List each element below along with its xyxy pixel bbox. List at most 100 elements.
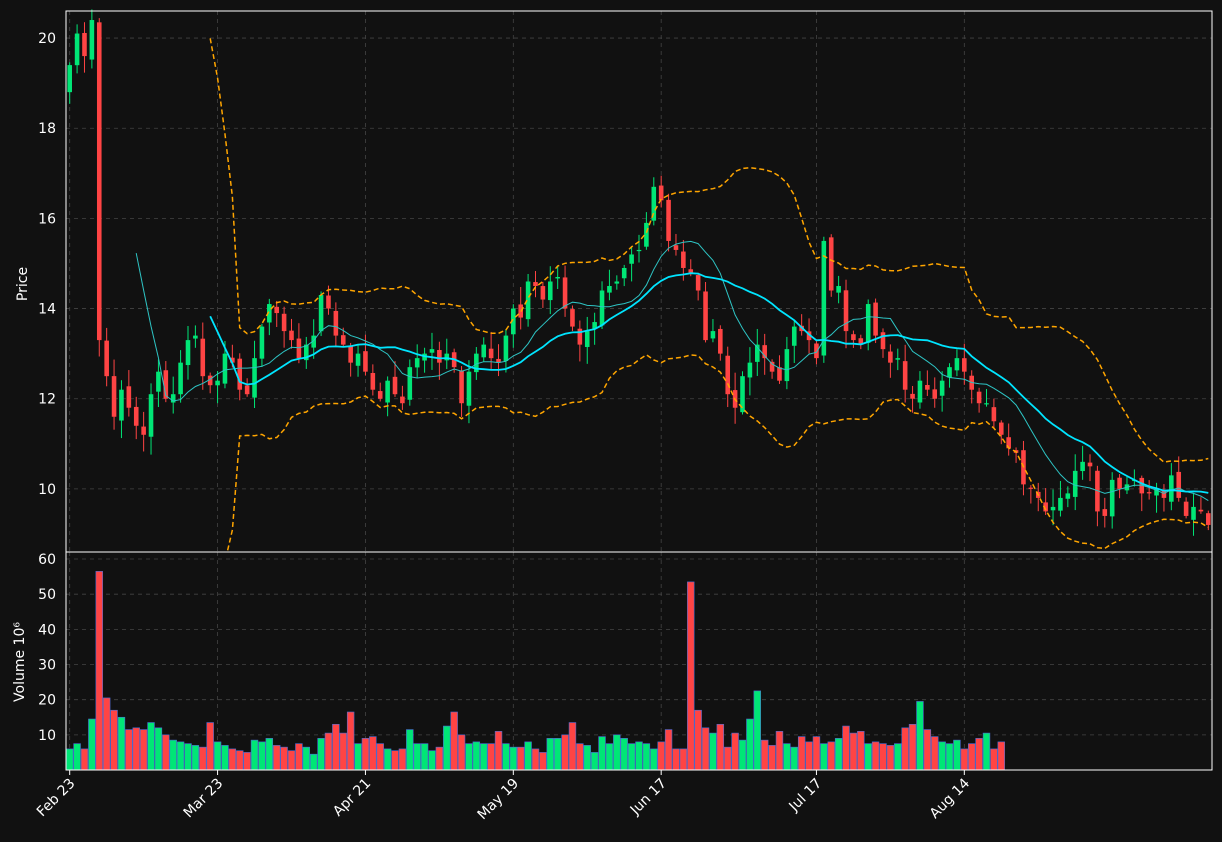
volume-bar [886,745,895,771]
candle-body [200,338,206,377]
candle-body [555,276,560,279]
volume-bar [199,746,207,771]
volume-bar [95,571,103,771]
volume-axis-label: Volume 10⁶ [12,622,28,702]
candle-body [385,380,390,403]
candle-body [666,199,671,241]
candle-body [991,407,997,422]
candle-body [111,376,117,417]
candle-body [503,335,509,362]
candle-body [784,349,790,382]
volume-bar [524,741,532,771]
candle-body [614,281,620,284]
candle-body [888,351,893,363]
volume-bar [561,734,569,771]
volume-bar [376,743,384,771]
volume-bar [309,753,318,771]
volume-bar [687,581,695,771]
candle-body [1109,479,1115,517]
volume-bar [968,743,976,771]
candle-body [141,426,146,435]
candle-body [437,350,442,363]
candle-body [947,367,952,378]
volume-bar [73,743,81,771]
candle-body [148,394,154,437]
volume-bar [746,718,754,771]
candle-body [185,340,191,366]
volume-bar [125,729,133,771]
candle-body [414,358,420,368]
volume-bar [553,738,562,771]
candle-body [629,254,634,264]
volume-bar [797,736,806,771]
candle-body [1072,470,1078,497]
volume-bar [901,727,909,771]
volume-bar [176,741,185,771]
candle-body [1087,462,1093,467]
volume-bar [871,741,880,771]
volume-bar [88,718,96,771]
candle-body [274,306,280,314]
candle-body [1191,506,1196,520]
candle-body [1050,506,1056,511]
volume-tick-label: 50 [38,587,56,603]
candle-body [178,362,183,395]
candle-body [488,348,494,359]
candle-body [466,371,472,406]
candle-body [244,385,250,395]
volume-bar [110,709,118,771]
volume-bar [598,736,606,771]
volume-bar [590,752,599,771]
candle-body [658,185,664,201]
volume-bar [953,739,961,771]
volume-bar [931,736,939,771]
candle-body [710,331,716,339]
price-tick-label: 16 [38,211,56,227]
volume-tick-label: 40 [38,622,56,638]
volume-bar [657,741,665,771]
volume-bar [834,738,843,771]
candle-body [459,370,464,404]
candle-body [621,267,627,279]
volume-bar [783,743,791,771]
volume-bar [664,729,673,771]
candle-body [865,304,871,343]
candle-body [193,335,198,339]
candle-body [1198,509,1204,512]
candle-body [89,20,95,60]
candle-body [976,391,982,404]
volume-tick-label: 20 [38,693,56,709]
volume-bar [480,743,488,771]
candle-body [681,251,686,268]
candle-body [873,302,878,336]
candle-body [791,326,797,346]
candle-body [725,355,731,395]
candle-body [104,340,109,377]
candle-body [400,396,405,404]
volume-bar [546,738,554,771]
volume-bar [842,725,850,771]
candle-body [281,313,287,332]
candle-body [1117,477,1122,489]
volume-bar [435,746,444,771]
volume-bar [812,736,821,771]
candle-body [636,249,642,252]
volume-bar [738,739,747,771]
candle-body [407,367,413,400]
candle-body [215,380,220,386]
volume-bar [450,711,458,771]
volume-bar [517,746,525,771]
volume-bar [672,748,680,771]
volume-bar [221,745,229,771]
candle-body [429,349,435,353]
volume-bar [243,752,251,771]
candle-body [814,343,819,359]
candle-body [998,422,1004,435]
candle-body [895,358,901,360]
volume-bar [701,727,710,771]
candle-body [917,380,923,403]
volume-bar [650,748,658,771]
volume-bar [184,743,192,771]
volume-bar [413,743,421,771]
candle-body [843,290,849,332]
